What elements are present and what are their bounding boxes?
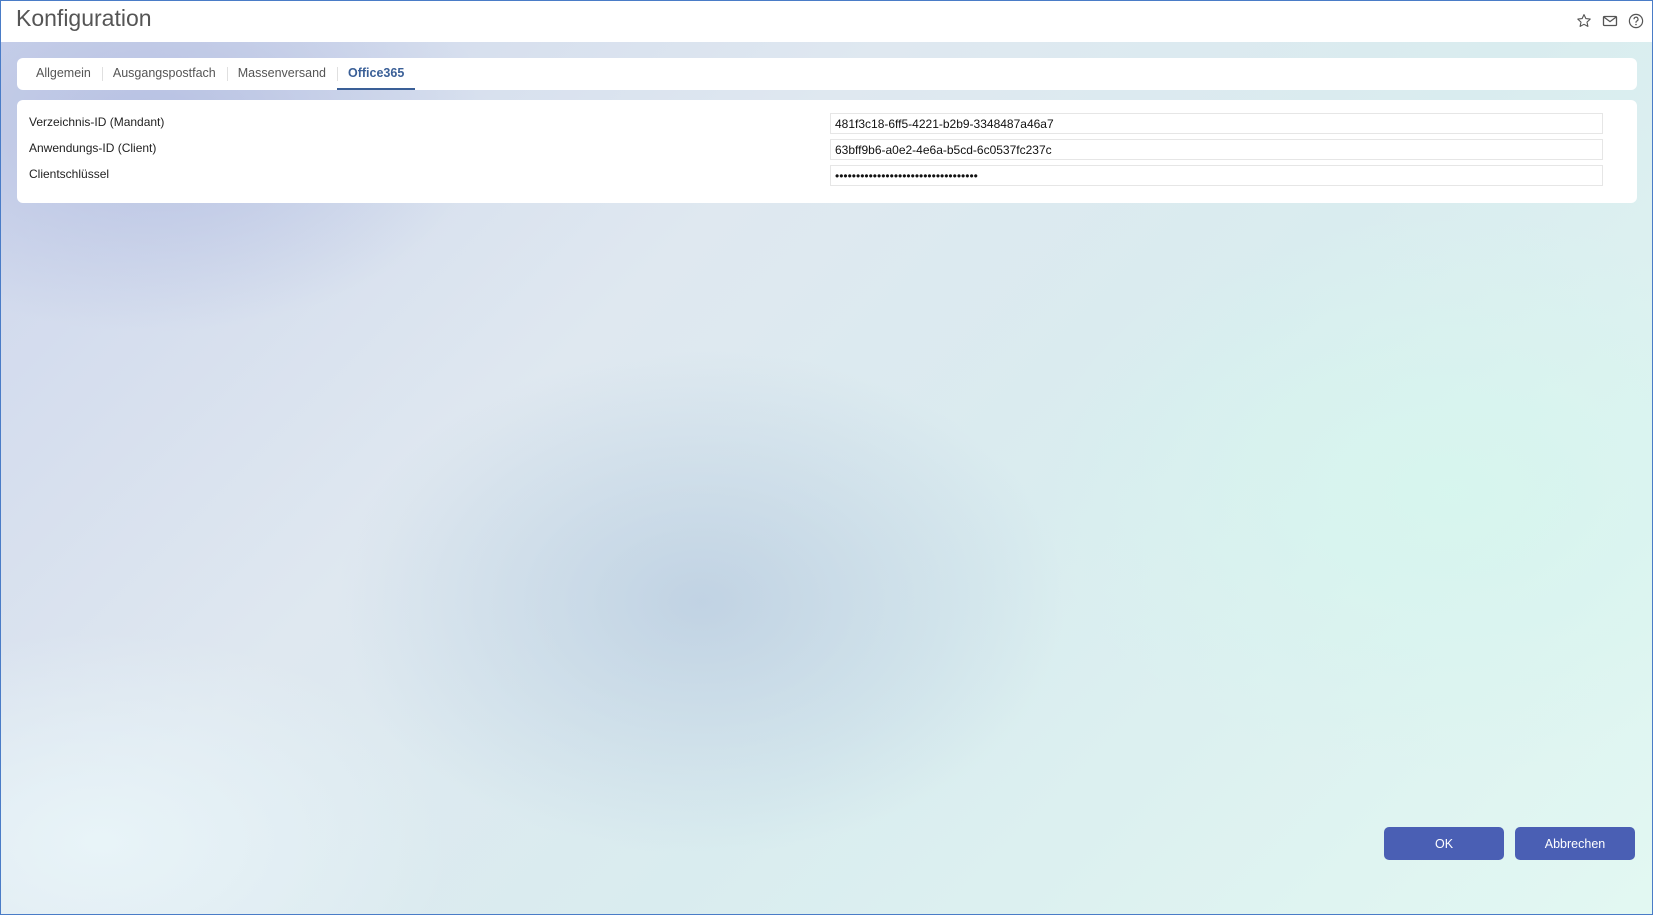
tab-allgemein[interactable]: Allgemein [25,58,102,90]
form-row-client-id: Anwendungs-ID (Client) [17,139,1637,160]
tenant-id-input[interactable] [830,113,1603,134]
client-secret-label: Clientschlüssel [29,167,110,181]
mail-icon[interactable] [1599,10,1620,31]
form-row-client-secret: Clientschlüssel [17,165,1637,186]
title-bar: Konfiguration [1,1,1652,42]
title-actions [1573,10,1646,31]
tab-massenversand[interactable]: Massenversand [226,58,337,90]
tab-ausgangspostfach[interactable]: Ausgangspostfach [101,58,227,90]
client-id-label: Anwendungs-ID (Client) [29,141,157,155]
client-id-input[interactable] [830,139,1603,160]
ok-button[interactable]: OK [1384,827,1504,860]
office365-form: Verzeichnis-ID (Mandant) Anwendungs-ID (… [17,100,1637,203]
star-icon[interactable] [1573,10,1594,31]
tab-bar: Allgemein Ausgangspostfach Massenversand… [17,58,1637,90]
config-window: Konfiguration Allgemein Ausgangspostfach… [0,0,1653,915]
client-secret-input[interactable] [830,165,1603,186]
tenant-id-label: Verzeichnis-ID (Mandant) [29,115,165,129]
help-icon[interactable] [1625,10,1646,31]
tab-office365[interactable]: Office365 [337,58,416,90]
form-row-tenant-id: Verzeichnis-ID (Mandant) [17,113,1637,134]
cancel-button[interactable]: Abbrechen [1515,827,1635,860]
page-title: Konfiguration [16,5,152,31]
content-area: Allgemein Ausgangspostfach Massenversand… [1,42,1652,914]
